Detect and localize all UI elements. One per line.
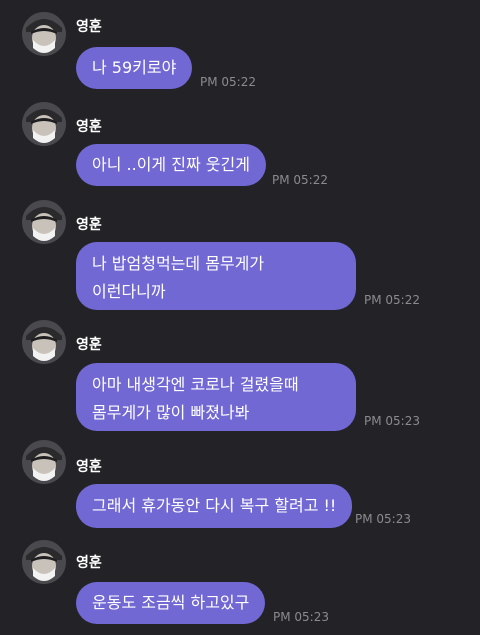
avatar[interactable] bbox=[22, 320, 66, 364]
avatar-photo-icon bbox=[22, 12, 66, 56]
sender-name: 영훈 bbox=[76, 337, 102, 353]
avatar[interactable] bbox=[22, 12, 66, 56]
chat-bubble[interactable]: 아마 내생각엔 코로나 걸렸을때 몸무게가 많이 빠졌나봐 bbox=[76, 363, 356, 431]
avatar[interactable] bbox=[22, 102, 66, 146]
sender-name: 영훈 bbox=[76, 119, 102, 135]
sender-name: 영훈 bbox=[76, 19, 102, 35]
avatar[interactable] bbox=[22, 540, 66, 584]
chat-bubble[interactable]: 아니 ..이게 진짜 웃긴게 bbox=[76, 144, 266, 186]
message-timestamp: PM 05:23 bbox=[273, 610, 329, 624]
message-timestamp: PM 05:22 bbox=[200, 75, 256, 89]
message-timestamp: PM 05:22 bbox=[364, 293, 420, 307]
message-timestamp: PM 05:22 bbox=[272, 173, 328, 187]
message-timestamp: PM 05:23 bbox=[364, 414, 420, 428]
chat-bubble[interactable]: 나 밥엄청먹는데 몸무게가 이런다니까 bbox=[76, 242, 356, 310]
sender-name: 영훈 bbox=[76, 459, 102, 475]
avatar[interactable] bbox=[22, 440, 66, 484]
avatar-photo-icon bbox=[22, 320, 66, 364]
message-timestamp: PM 05:23 bbox=[355, 512, 411, 526]
avatar[interactable] bbox=[22, 200, 66, 244]
sender-name: 영훈 bbox=[76, 217, 102, 233]
avatar-photo-icon bbox=[22, 102, 66, 146]
chat-bubble[interactable]: 운동도 조금씩 하고있구 bbox=[76, 582, 266, 624]
chat-bubble[interactable]: 그래서 휴가동안 다시 복구 할려고 !! bbox=[76, 484, 353, 528]
avatar-photo-icon bbox=[22, 440, 66, 484]
avatar-photo-icon bbox=[22, 200, 66, 244]
sender-name: 영훈 bbox=[76, 555, 102, 571]
avatar-photo-icon bbox=[22, 540, 66, 584]
chat-bubble[interactable]: 나 59키로야 bbox=[76, 47, 193, 89]
